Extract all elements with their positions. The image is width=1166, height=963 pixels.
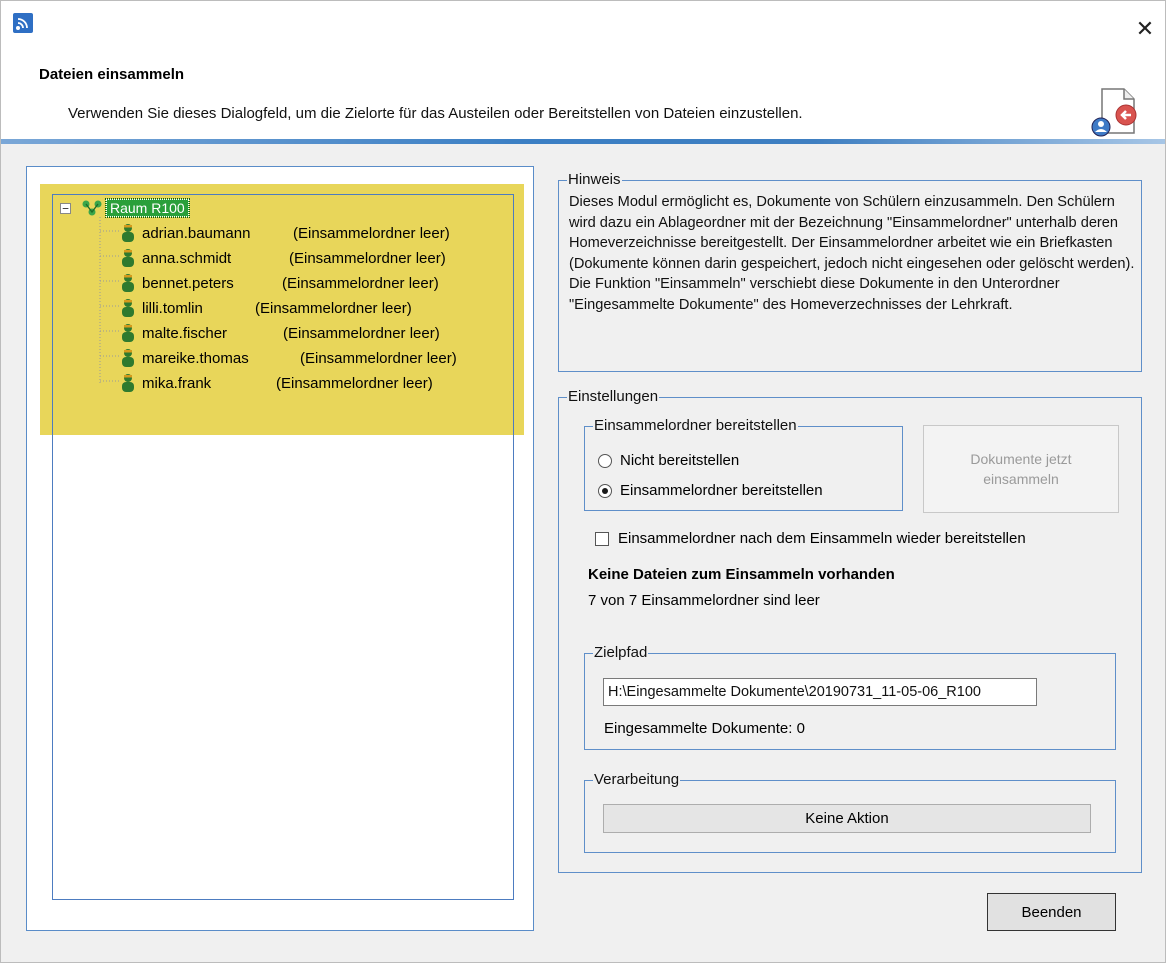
header-accent-bar [1,139,1165,144]
student-user-icon [122,324,134,342]
student-user-icon [122,299,134,317]
tree-item-student[interactable]: anna.schmidt (Einsammelordner leer) [119,247,446,269]
collect-now-button[interactable]: Dokumente jetzt einsammeln [923,425,1119,513]
status-count: 7 von 7 Einsammelordner sind leer [588,592,820,609]
student-user-icon [122,224,134,242]
tree-item-student[interactable]: malte.fischer (Einsammelordner leer) [119,322,440,344]
student-name: mika.frank [142,374,212,392]
wifi-app-icon [13,13,33,33]
processing-action-button[interactable]: Keine Aktion [603,804,1091,833]
network-room-icon [82,200,102,216]
dialog-window: ✕ Dateien einsammeln Verwenden Sie diese… [0,0,1166,963]
student-tree-panel: − Raum R100 adrian.baumann (Einsammelord… [26,166,534,931]
dialog-description: Verwenden Sie dieses Dialogfeld, um die … [68,105,803,122]
reprovide-checkbox-label: Einsammelordner nach dem Einsammeln wied… [618,530,1026,547]
target-path-input[interactable] [603,678,1037,706]
radio-button-checked-icon[interactable] [598,483,612,498]
tree-item-student[interactable]: bennet.peters (Einsammelordner leer) [119,272,439,294]
settings-group-label: Einstellungen [567,388,660,405]
tree-root-room[interactable]: − Raum R100 [60,197,190,219]
dialog-title: Dateien einsammeln [39,66,185,83]
radio-button-icon[interactable] [598,453,612,468]
tree-root-label[interactable]: Raum R100 [105,198,190,218]
student-name: mareike.thomas [142,349,249,367]
student-folder-status: (Einsammelordner leer) [300,349,457,367]
student-name: bennet.peters [142,274,234,292]
target-path-group-label: Zielpfad [593,644,649,661]
collected-doc-count: Eingesammelte Dokumente: 0 [604,720,805,737]
student-folder-status: (Einsammelordner leer) [276,374,433,392]
tree-item-student[interactable]: mika.frank (Einsammelordner leer) [119,372,433,394]
radio-provide[interactable]: Einsammelordner bereitstellen [598,482,823,499]
student-user-icon [122,349,134,367]
student-name: adrian.baumann [142,224,251,242]
reprovide-checkbox-row[interactable]: Einsammelordner nach dem Einsammeln wied… [595,530,1026,547]
dialog-header: ✕ Dateien einsammeln Verwenden Sie diese… [1,1,1165,139]
processing-group-label: Verarbeitung [593,771,681,788]
provide-folder-group-label: Einsammelordner bereitstellen [593,417,798,434]
collect-files-icon [1091,88,1137,137]
radio-not-provide[interactable]: Nicht bereitstellen [598,452,739,469]
student-user-icon [122,249,134,267]
student-name: malte.fischer [142,324,228,342]
student-user-icon [122,374,134,392]
hint-group: Hinweis Dieses Modul ermöglicht es, Doku… [558,171,1142,372]
close-icon[interactable]: ✕ [1133,19,1157,43]
hint-text: Dieses Modul ermöglicht es, Dokumente vo… [569,194,1135,313]
hint-group-label: Hinweis [567,171,622,188]
student-name: anna.schmidt [142,249,232,267]
status-headline: Keine Dateien zum Einsammeln vorhanden [588,566,895,583]
radio-provide-label: Einsammelordner bereitstellen [620,482,823,499]
finish-button[interactable]: Beenden [987,893,1116,931]
student-folder-status: (Einsammelordner leer) [293,224,450,242]
student-user-icon [122,274,134,292]
tree-item-student[interactable]: adrian.baumann (Einsammelordner leer) [119,222,450,244]
student-folder-status: (Einsammelordner leer) [255,299,412,317]
student-folder-status: (Einsammelordner leer) [283,324,440,342]
tree-item-student[interactable]: mareike.thomas (Einsammelordner leer) [119,347,457,369]
radio-not-provide-label: Nicht bereitstellen [620,452,740,469]
collapse-icon[interactable]: − [60,202,71,214]
reprovide-checkbox[interactable] [595,531,609,546]
student-folder-status: (Einsammelordner leer) [289,249,446,267]
student-name: lilli.tomlin [142,299,203,317]
tree-item-student[interactable]: lilli.tomlin (Einsammelordner leer) [119,297,412,319]
collect-now-label: Dokumente jetzt einsammeln [970,451,1072,487]
student-folder-status: (Einsammelordner leer) [282,274,439,292]
